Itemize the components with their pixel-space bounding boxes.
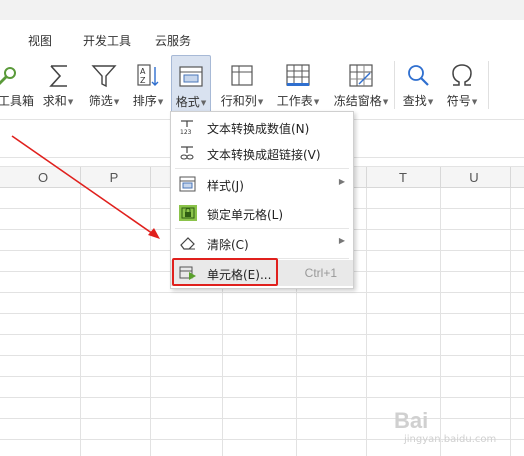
eraser-icon	[180, 237, 195, 250]
watermark: Bai jingyan.baidu.com	[394, 404, 514, 450]
submenu-arrow-icon: ▶	[338, 236, 345, 245]
menu-separator	[175, 168, 349, 169]
menu-item-text-to-number[interactable]: 123 文本转换成数值(N)	[171, 114, 353, 140]
menu-item-label: 锁定单元格(L)	[207, 208, 284, 222]
shortcut-label: Ctrl+1	[304, 266, 337, 280]
watermark-text: Bai	[394, 408, 429, 433]
menu-item-style[interactable]: 样式(J) ▶	[171, 171, 353, 197]
menu-item-label: 文本转换成超链接(V)	[207, 148, 321, 162]
text-to-number-icon: 123	[180, 120, 193, 135]
menu-separator	[175, 228, 349, 229]
svg-text:123: 123	[180, 129, 192, 135]
menu-item-label: 样式(J)	[207, 179, 244, 193]
menu-item-clear[interactable]: 清除(C) ▶	[171, 230, 353, 256]
text-to-hyperlink-icon	[180, 146, 194, 160]
menu-item-lock-cell[interactable]: 锁定单元格(L)	[171, 200, 353, 226]
menu-item-label: 清除(C)	[207, 238, 249, 252]
submenu-arrow-icon: ▶	[338, 177, 345, 186]
style-icon	[179, 176, 196, 192]
menu-item-label: 文本转换成数值(N)	[207, 122, 310, 136]
watermark-subtext: jingyan.baidu.com	[404, 434, 497, 445]
menu-item-text-to-hyperlink[interactable]: 文本转换成超链接(V)	[171, 140, 353, 166]
lock-cell-icon	[179, 205, 197, 221]
highlight-box	[172, 258, 278, 286]
